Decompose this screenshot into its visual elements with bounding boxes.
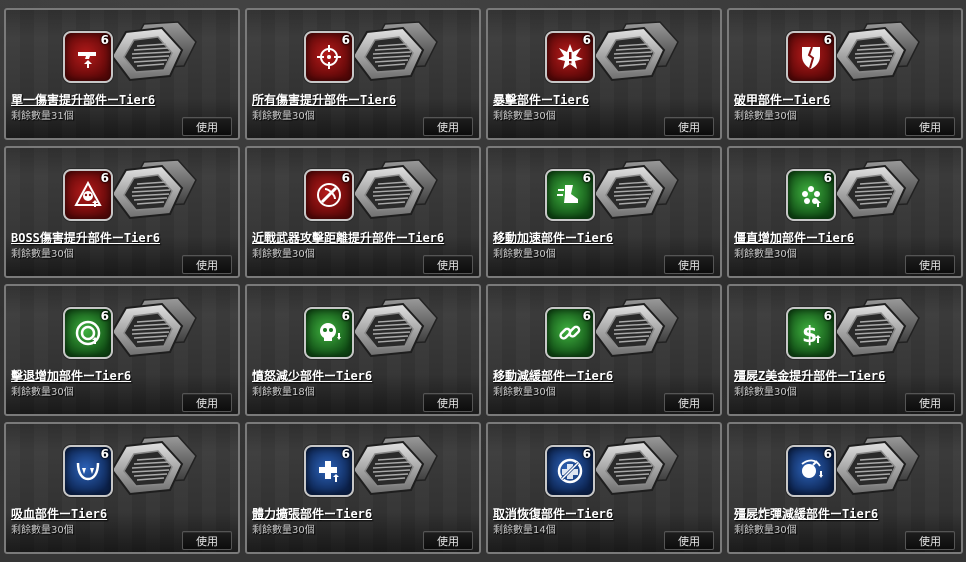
remaining-count: 剩餘數量30個 [734,525,797,536]
tier-badge: 6 [582,33,591,47]
part-name: 體力擴張部件ーTier6 [252,507,373,521]
part-card[interactable]: 6 近戰武器攻擊距離提升部件ーTier6 剩餘數量30個 使用 [245,146,481,278]
knockback-ring-icon: 6 [63,307,113,359]
tier-badge: 6 [823,171,832,185]
part-card[interactable]: 6 殭屍炸彈減緩部件ーTier6 剩餘數量30個 使用 [727,422,963,554]
part-card[interactable]: 6 僵直增加部件ーTier6 剩餘數量30個 使用 [727,146,963,278]
part-card[interactable]: 6 吸血部件ーTier6 剩餘數量30個 使用 [4,422,240,554]
part-card[interactable]: 6 BOSS傷害提升部件ーTier6 剩餘數量30個 使用 [4,146,240,278]
tier-badge: 6 [100,447,109,461]
bomb-slow-icon: 6 [786,445,836,497]
tier-badge: 6 [341,171,350,185]
fangs-icon: 6 [63,445,113,497]
part-name: 擊退增加部件ーTier6 [11,369,132,383]
part-name: 所有傷害提升部件ーTier6 [252,93,397,107]
tier-badge: 6 [341,33,350,47]
remaining-count: 剩餘數量30個 [493,249,556,260]
broken-shield-icon: 6 [786,31,836,83]
part-card[interactable]: $ 6 殭屍Z美金提升部件ーTier6 剩餘數量30個 使用 [727,284,963,416]
part-name: 殭屍炸彈減緩部件ーTier6 [734,507,879,521]
part-name: 移動減緩部件ーTier6 [493,369,614,383]
crosshair-up-icon: 6 [304,31,354,83]
remaining-count: 剩餘數量30個 [493,387,556,398]
remaining-count: 剩餘數量30個 [734,387,797,398]
remaining-count: 剩餘數量30個 [11,387,74,398]
tier-badge: 6 [100,309,109,323]
part-card[interactable]: 6 暴擊部件ーTier6 剩餘數量30個 使用 [486,8,722,140]
no-heal-icon: 6 [545,445,595,497]
boss-skull-up-icon: 6 [63,169,113,221]
use-button[interactable]: 使用 [423,393,473,412]
melee-range-icon: 6 [304,169,354,221]
part-card[interactable]: 6 移動加速部件ーTier6 剩餘數量30個 使用 [486,146,722,278]
part-card[interactable]: 6 擊退增加部件ーTier6 剩餘數量30個 使用 [4,284,240,416]
part-name: 單一傷害提升部件ーTier6 [11,93,156,107]
part-card[interactable]: 6 體力擴張部件ーTier6 剩餘數量30個 使用 [245,422,481,554]
use-button[interactable]: 使用 [182,531,232,550]
use-button[interactable]: 使用 [423,255,473,274]
use-button[interactable]: 使用 [182,255,232,274]
tier-badge: 6 [823,447,832,461]
part-name: 殭屍Z美金提升部件ーTier6 [734,369,886,383]
part-card[interactable]: 6 憤怒減少部件ーTier6 剩餘數量18個 使用 [245,284,481,416]
part-name: 取消恢復部件ーTier6 [493,507,614,521]
part-name: 移動加速部件ーTier6 [493,231,614,245]
use-button[interactable]: 使用 [905,393,955,412]
use-button[interactable]: 使用 [905,255,955,274]
speed-boot-icon: 6 [545,169,595,221]
part-name: 近戰武器攻擊距離提升部件ーTier6 [252,231,445,245]
part-name: BOSS傷害提升部件ーTier6 [11,231,161,245]
part-name: 吸血部件ーTier6 [11,507,108,521]
remaining-count: 剩餘數量30個 [252,525,315,536]
svg-text:$: $ [802,323,817,348]
tier-badge: 6 [823,309,832,323]
tier-badge: 6 [582,171,591,185]
tier-badge: 6 [341,309,350,323]
part-card[interactable]: 6 破甲部件ーTier6 剩餘數量30個 使用 [727,8,963,140]
tier-badge: 6 [823,33,832,47]
part-card[interactable]: 6 取消恢復部件ーTier6 剩餘數量14個 使用 [486,422,722,554]
chain-link-icon: 6 [545,307,595,359]
part-name: 憤怒減少部件ーTier6 [252,369,373,383]
tier-badge: 6 [582,309,591,323]
tier-badge: 6 [341,447,350,461]
remaining-count: 剩餘數量30個 [11,525,74,536]
use-button[interactable]: 使用 [905,531,955,550]
tier-badge: 6 [100,33,109,47]
part-card[interactable]: 6 所有傷害提升部件ーTier6 剩餘數量30個 使用 [245,8,481,140]
remaining-count: 剩餘數量30個 [11,249,74,260]
part-name: 破甲部件ーTier6 [734,93,831,107]
use-button[interactable]: 使用 [182,393,232,412]
remaining-count: 剩餘數量30個 [734,111,797,122]
parts-grid: 6 單一傷害提升部件ーTier6 剩餘數量31個 使用 6 所有傷害提升部件ーT… [4,8,966,554]
part-card[interactable]: 6 移動減緩部件ーTier6 剩餘數量30個 使用 [486,284,722,416]
remaining-count: 剩餘數量14個 [493,525,556,536]
use-button[interactable]: 使用 [423,531,473,550]
rage-skull-down-icon: 6 [304,307,354,359]
remaining-count: 剩餘數量30個 [252,111,315,122]
use-button[interactable]: 使用 [664,117,714,136]
use-button[interactable]: 使用 [905,117,955,136]
remaining-count: 剩餘數量31個 [11,111,74,122]
gun-up-icon: 6 [63,31,113,83]
use-button[interactable]: 使用 [182,117,232,136]
remaining-count: 剩餘數量30個 [734,249,797,260]
tier-badge: 6 [100,171,109,185]
stun-burst-icon: 6 [786,169,836,221]
tier-badge: 6 [582,447,591,461]
use-button[interactable]: 使用 [664,531,714,550]
use-button[interactable]: 使用 [664,393,714,412]
remaining-count: 剩餘數量30個 [252,249,315,260]
critical-burst-icon: 6 [545,31,595,83]
health-cross-up-icon: 6 [304,445,354,497]
remaining-count: 剩餘數量30個 [493,111,556,122]
use-button[interactable]: 使用 [664,255,714,274]
part-card[interactable]: 6 單一傷害提升部件ーTier6 剩餘數量31個 使用 [4,8,240,140]
part-name: 暴擊部件ーTier6 [493,93,590,107]
dollar-up-icon: $ 6 [786,307,836,359]
part-name: 僵直增加部件ーTier6 [734,231,855,245]
remaining-count: 剩餘數量18個 [252,387,315,398]
use-button[interactable]: 使用 [423,117,473,136]
